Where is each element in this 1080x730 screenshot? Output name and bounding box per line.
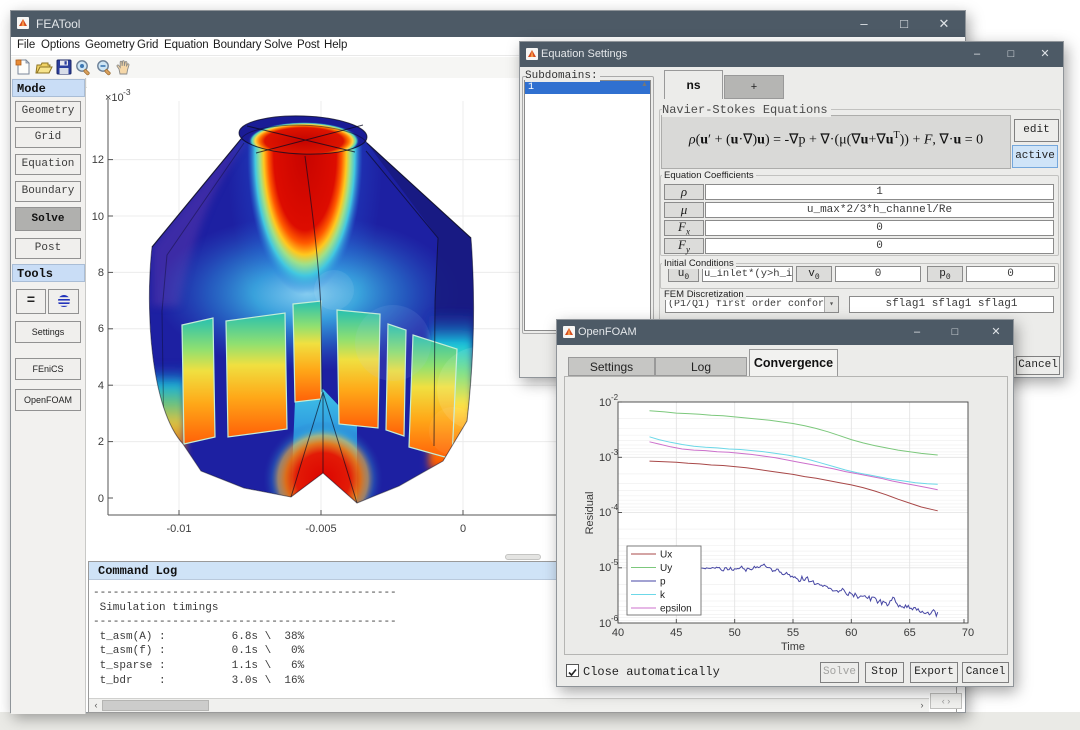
svg-text:40: 40 xyxy=(612,627,624,639)
svg-text:50: 50 xyxy=(729,627,741,639)
svg-text:55: 55 xyxy=(787,627,799,639)
svg-text:0: 0 xyxy=(460,523,466,535)
svg-text:10: 10 xyxy=(92,211,104,223)
svg-text:0: 0 xyxy=(98,493,104,505)
svg-text:12: 12 xyxy=(92,154,104,166)
svg-text:10: 10 xyxy=(599,618,611,630)
svg-text:-5: -5 xyxy=(611,558,619,567)
svg-text:-0.01: -0.01 xyxy=(166,523,191,535)
svg-text:10: 10 xyxy=(599,452,611,464)
svg-text:10: 10 xyxy=(599,397,611,409)
svg-text:-0.005: -0.005 xyxy=(305,523,336,535)
svg-text:6: 6 xyxy=(98,323,104,335)
svg-text:-2: -2 xyxy=(611,393,619,402)
svg-text:epsilon: epsilon xyxy=(660,604,692,615)
svg-text:-3: -3 xyxy=(611,448,619,457)
svg-text:4: 4 xyxy=(98,380,104,392)
svg-text:Residual: Residual xyxy=(584,492,596,535)
svg-text:-6: -6 xyxy=(611,614,619,623)
svg-text:-4: -4 xyxy=(611,503,619,512)
svg-text:65: 65 xyxy=(904,627,916,639)
svg-text:70: 70 xyxy=(962,627,974,639)
svg-text:Uy: Uy xyxy=(660,563,672,574)
svg-text:8: 8 xyxy=(98,267,104,279)
svg-text:2: 2 xyxy=(98,436,104,448)
svg-text:×10: ×10 xyxy=(105,92,124,104)
svg-text:p: p xyxy=(660,577,666,588)
svg-text:Time: Time xyxy=(781,641,805,653)
svg-text:10: 10 xyxy=(599,507,611,519)
svg-text:Ux: Ux xyxy=(660,550,672,561)
svg-text:60: 60 xyxy=(845,627,857,639)
svg-text:10: 10 xyxy=(599,562,611,574)
svg-text:-3: -3 xyxy=(123,87,131,97)
svg-text:45: 45 xyxy=(670,627,682,639)
